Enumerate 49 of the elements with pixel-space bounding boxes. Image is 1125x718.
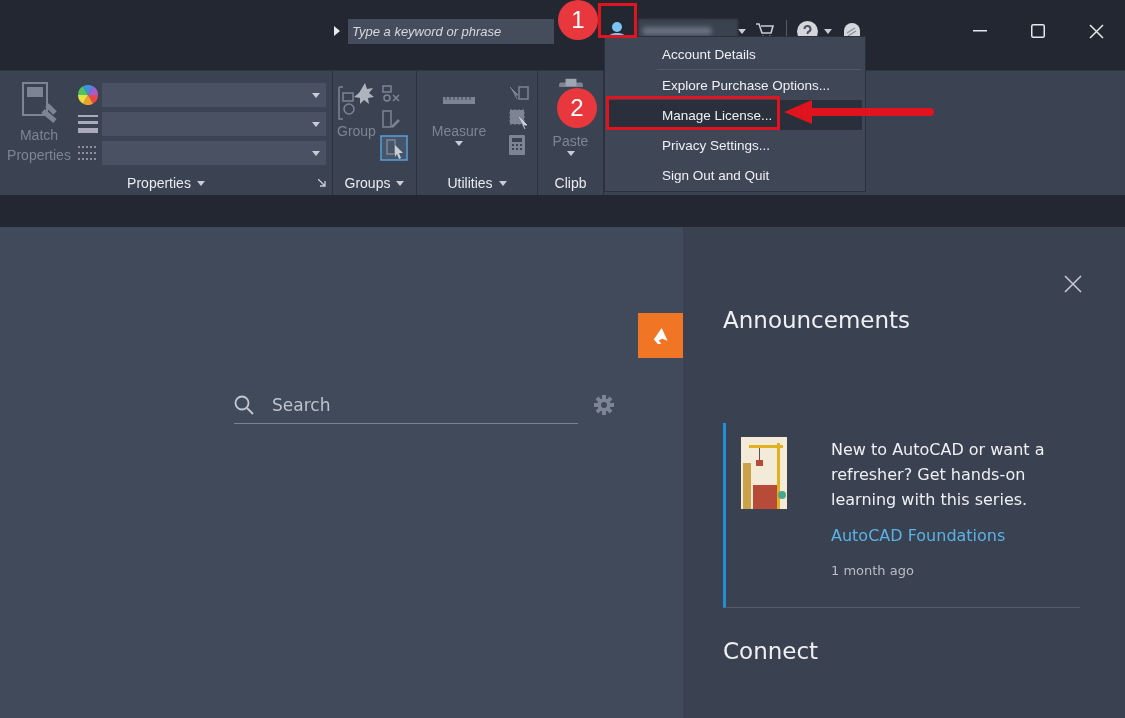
lineweight-icon bbox=[78, 115, 98, 133]
step-number: 1 bbox=[558, 0, 598, 40]
caret-icon bbox=[312, 121, 320, 127]
search-icon bbox=[234, 395, 254, 415]
color-dropdown[interactable] bbox=[102, 83, 326, 107]
caret-icon bbox=[196, 180, 205, 186]
close-button[interactable] bbox=[1064, 275, 1082, 293]
caret-icon bbox=[312, 150, 320, 156]
caret-icon bbox=[824, 28, 832, 34]
ungroup-icon[interactable] bbox=[379, 83, 400, 103]
announcements-button[interactable] bbox=[638, 313, 683, 358]
search-field[interactable]: Search bbox=[234, 386, 578, 424]
close-icon[interactable] bbox=[1088, 23, 1104, 39]
menu-item[interactable]: Account Details bbox=[608, 39, 862, 69]
panel-title[interactable]: Properties bbox=[127, 175, 191, 191]
keyword-search-field[interactable]: Type a keyword or phrase bbox=[348, 18, 554, 44]
timestamp: 1 month ago bbox=[831, 563, 915, 578]
panel-title[interactable]: Utilities bbox=[447, 175, 493, 191]
group-edit-icon[interactable] bbox=[379, 109, 400, 129]
caret-icon bbox=[498, 180, 507, 186]
megaphone-icon bbox=[651, 327, 670, 344]
menu-item[interactable]: Explore Purchase Options... bbox=[608, 70, 862, 100]
minimize-icon[interactable] bbox=[973, 30, 987, 32]
group-icon bbox=[337, 81, 376, 121]
caret-icon bbox=[566, 151, 575, 156]
caret-icon bbox=[396, 180, 405, 186]
color-wheel-icon bbox=[78, 85, 98, 105]
ruler-icon bbox=[443, 97, 475, 104]
maximize-icon[interactable] bbox=[1031, 24, 1045, 38]
caret-icon bbox=[738, 28, 746, 34]
menu-item[interactable]: Sign Out and Quit bbox=[608, 160, 862, 190]
panel-title[interactable]: Groups bbox=[344, 175, 391, 191]
course-link[interactable]: AutoCAD Foundations bbox=[831, 526, 1006, 545]
caret-icon bbox=[455, 141, 463, 146]
connect-heading: Connect bbox=[723, 638, 820, 664]
announcements-heading: Announcements bbox=[723, 307, 912, 333]
calculator-icon[interactable] bbox=[509, 135, 525, 155]
linetype-icon bbox=[78, 145, 98, 161]
panel-title[interactable]: Clipb bbox=[554, 175, 587, 191]
group-selection-icon[interactable] bbox=[379, 135, 408, 161]
expand-icon[interactable] bbox=[334, 26, 340, 36]
dialog-launcher-icon[interactable] bbox=[318, 179, 326, 187]
crane-illustration bbox=[741, 437, 787, 509]
caret-icon bbox=[312, 92, 320, 98]
settings-icon[interactable] bbox=[594, 395, 614, 415]
announcement-text: New to AutoCAD or want a refresher? Get hands-on learning with this series. bbox=[831, 439, 1046, 511]
highlight-frame bbox=[598, 3, 637, 38]
menu-item[interactable]: Privacy Settings... bbox=[608, 130, 862, 160]
close-icon bbox=[1064, 275, 1082, 293]
